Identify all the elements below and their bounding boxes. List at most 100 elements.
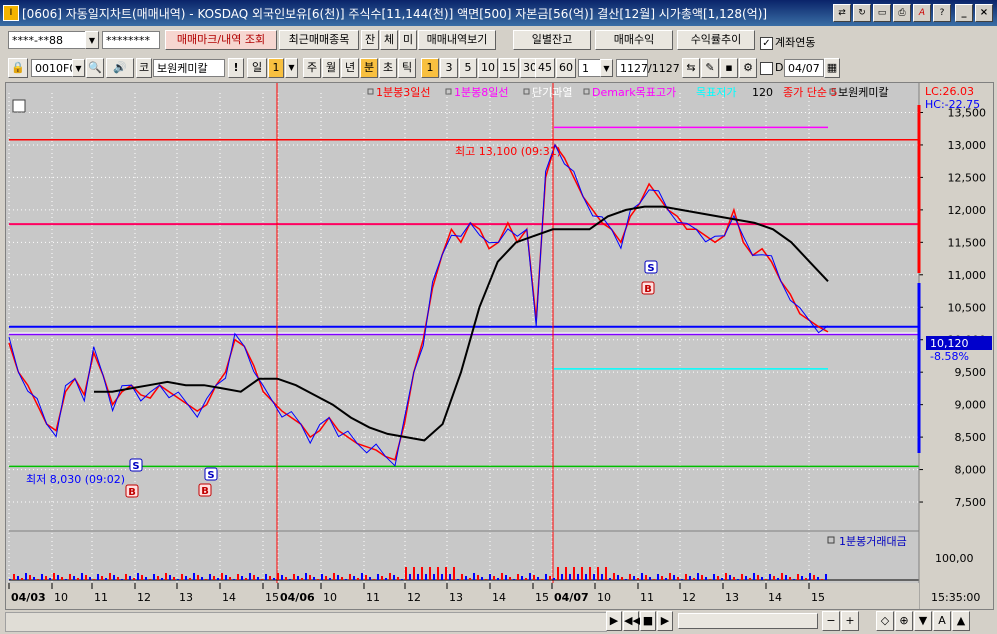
code-dropdown-icon[interactable]: ▼ — [72, 59, 85, 77]
buy-marker[interactable]: B — [125, 484, 139, 498]
period-second[interactable]: 초 — [379, 58, 397, 78]
chart-option-icon[interactable] — [12, 99, 26, 113]
link-icon[interactable]: ⇄ — [833, 4, 851, 22]
interval-10[interactable]: 10 — [478, 58, 498, 78]
interval-60[interactable]: 60 — [556, 58, 576, 78]
interval-3[interactable]: 3 — [440, 58, 458, 78]
interval-dropdown-icon[interactable]: ▼ — [600, 59, 613, 77]
horizontal-scrollbar[interactable] — [5, 612, 607, 632]
x-tick-label: 13 — [179, 591, 193, 604]
x-tick-label: 14 — [768, 591, 782, 604]
interval-5[interactable]: 5 — [459, 58, 477, 78]
legend-item: 보원케미칼 — [838, 86, 889, 99]
price-chart[interactable]: 7,5008,0008,5009,0009,50010,00010,50011,… — [6, 83, 993, 609]
restore-icon[interactable]: ⊕ — [895, 611, 913, 631]
period-week[interactable]: 주 — [303, 58, 321, 78]
x-tick-label: 11 — [640, 591, 654, 604]
x-tick-label: 12 — [407, 591, 421, 604]
text-size-icon[interactable]: A — [933, 611, 951, 631]
close-icon[interactable]: × — [975, 4, 993, 22]
period-day[interactable]: 일 — [247, 58, 267, 78]
x-tick-label: 04/03 — [11, 591, 46, 604]
legend-item: 종가 단순 5 — [783, 86, 837, 99]
y-tick-label: 9,500 — [955, 366, 987, 379]
x-tick-label: 10 — [54, 591, 68, 604]
period-year[interactable]: 년 — [341, 58, 359, 78]
period-minute[interactable]: 분 — [360, 58, 378, 78]
executed-button[interactable]: 체 — [380, 30, 398, 50]
refresh-icon[interactable]: ↻ — [853, 4, 871, 22]
date-checkbox-box[interactable] — [760, 61, 773, 75]
view-trades-button[interactable]: 매매내역보기 — [418, 30, 496, 50]
password-field[interactable]: ******** — [102, 31, 160, 49]
rewind-icon[interactable]: ◀◀ — [623, 611, 641, 631]
search-icon[interactable]: 🔍 — [86, 58, 104, 78]
save-icon[interactable]: ▪ — [720, 58, 738, 78]
status-bar: ▶ ◀◀ ■ ▶ − + ◇ ⊕ ▼ A ▲ — [0, 610, 997, 634]
balance-button[interactable]: 잔 — [361, 30, 379, 50]
zoom-out-icon[interactable]: − — [822, 611, 840, 631]
legend-item: 1분봉3일선 — [376, 85, 430, 99]
alert-icon[interactable]: ! — [228, 58, 244, 78]
period-tick[interactable]: 틱 — [398, 58, 416, 78]
high-price-label: 최고 13,100 (09:31) — [455, 145, 561, 158]
trade-profit-button[interactable]: 매매수익 — [595, 30, 673, 50]
bar-count-input[interactable]: 1127 — [616, 59, 648, 77]
sell-marker[interactable]: S — [129, 458, 143, 472]
y-tick-label: 8,500 — [955, 431, 987, 444]
stop-icon[interactable]: ■ — [640, 611, 656, 631]
unfilled-button[interactable]: 미 — [399, 30, 417, 50]
y-tick-label: 10,500 — [948, 301, 987, 314]
sell-marker[interactable]: S — [204, 467, 218, 481]
help-icon[interactable]: ? — [933, 4, 951, 22]
lock-icon[interactable]: 🔒 — [8, 58, 28, 78]
marker-label: B — [644, 284, 652, 295]
hc-label: HC:-22.75 — [925, 98, 980, 111]
marker-label: B — [128, 487, 136, 498]
period-day-count[interactable]: 1 — [268, 58, 284, 78]
date-input[interactable]: 04/07 — [784, 59, 824, 77]
minimize-icon[interactable]: _ — [955, 4, 973, 22]
period-month[interactable]: 월 — [322, 58, 340, 78]
buy-marker[interactable]: B — [198, 483, 212, 497]
sync-icon[interactable]: ⇆ — [682, 58, 700, 78]
plot-background — [6, 83, 919, 609]
settings-icon[interactable]: ⚙ — [739, 58, 757, 78]
tool-icon[interactable]: ✎ — [701, 58, 719, 78]
forward-icon[interactable]: ▶ — [657, 611, 673, 631]
text-size-up-icon[interactable]: ▲ — [952, 611, 970, 631]
chevron-down-icon[interactable]: ▼ — [85, 31, 99, 49]
scroll-right-icon[interactable]: ▶ — [606, 611, 622, 631]
legend-item: 120 — [752, 86, 773, 99]
y-tick-label: 11,000 — [948, 269, 987, 282]
buy-marker[interactable]: B — [641, 281, 655, 295]
print-icon[interactable]: ⎙ — [893, 4, 911, 22]
account-link-checkbox[interactable]: ✓ 계좌연동 — [760, 34, 815, 50]
day-count-dropdown-icon[interactable]: ▼ — [285, 58, 298, 78]
fit-icon[interactable]: ◇ — [876, 611, 894, 631]
speaker-icon[interactable]: 🔊 — [106, 58, 134, 78]
return-trend-button[interactable]: 수익률추이 — [677, 30, 755, 50]
trade-mark-query-button[interactable]: 매매마크/내역 조회 — [165, 30, 277, 50]
chart-panel[interactable]: 7,5008,0008,5009,0009,50010,00010,50011,… — [5, 82, 994, 610]
checkbox-mark[interactable]: ✓ — [760, 36, 773, 50]
daily-balance-button[interactable]: 일별잔고 — [513, 30, 591, 50]
y-tick-label: 12,500 — [948, 171, 987, 184]
account-link-label: 계좌연동 — [775, 36, 816, 49]
date-checkbox[interactable]: D — [760, 61, 783, 75]
x-tick-label: 12 — [682, 591, 696, 604]
zoom-in-icon[interactable]: + — [841, 611, 859, 631]
screen-icon[interactable]: ▭ — [873, 4, 891, 22]
x-tick-label: 11 — [366, 591, 380, 604]
text-size-down-icon[interactable]: ▼ — [914, 611, 932, 631]
speed-slider[interactable] — [678, 613, 818, 629]
recent-trades-button[interactable]: 최근매매종목 — [279, 30, 359, 50]
sell-marker[interactable]: S — [644, 260, 658, 274]
interval-1[interactable]: 1 — [421, 58, 439, 78]
calendar-icon[interactable]: ▦ — [824, 58, 840, 78]
font-icon[interactable]: A — [913, 4, 931, 22]
interval-45[interactable]: 45 — [535, 58, 555, 78]
y-tick-label: 7,500 — [955, 496, 987, 509]
time-axis: 04/03 10 11 12 13 14 15 04/06 10 11 12 13 14 15 04/07 1… — [6, 583, 919, 609]
interval-15[interactable]: 15 — [499, 58, 519, 78]
